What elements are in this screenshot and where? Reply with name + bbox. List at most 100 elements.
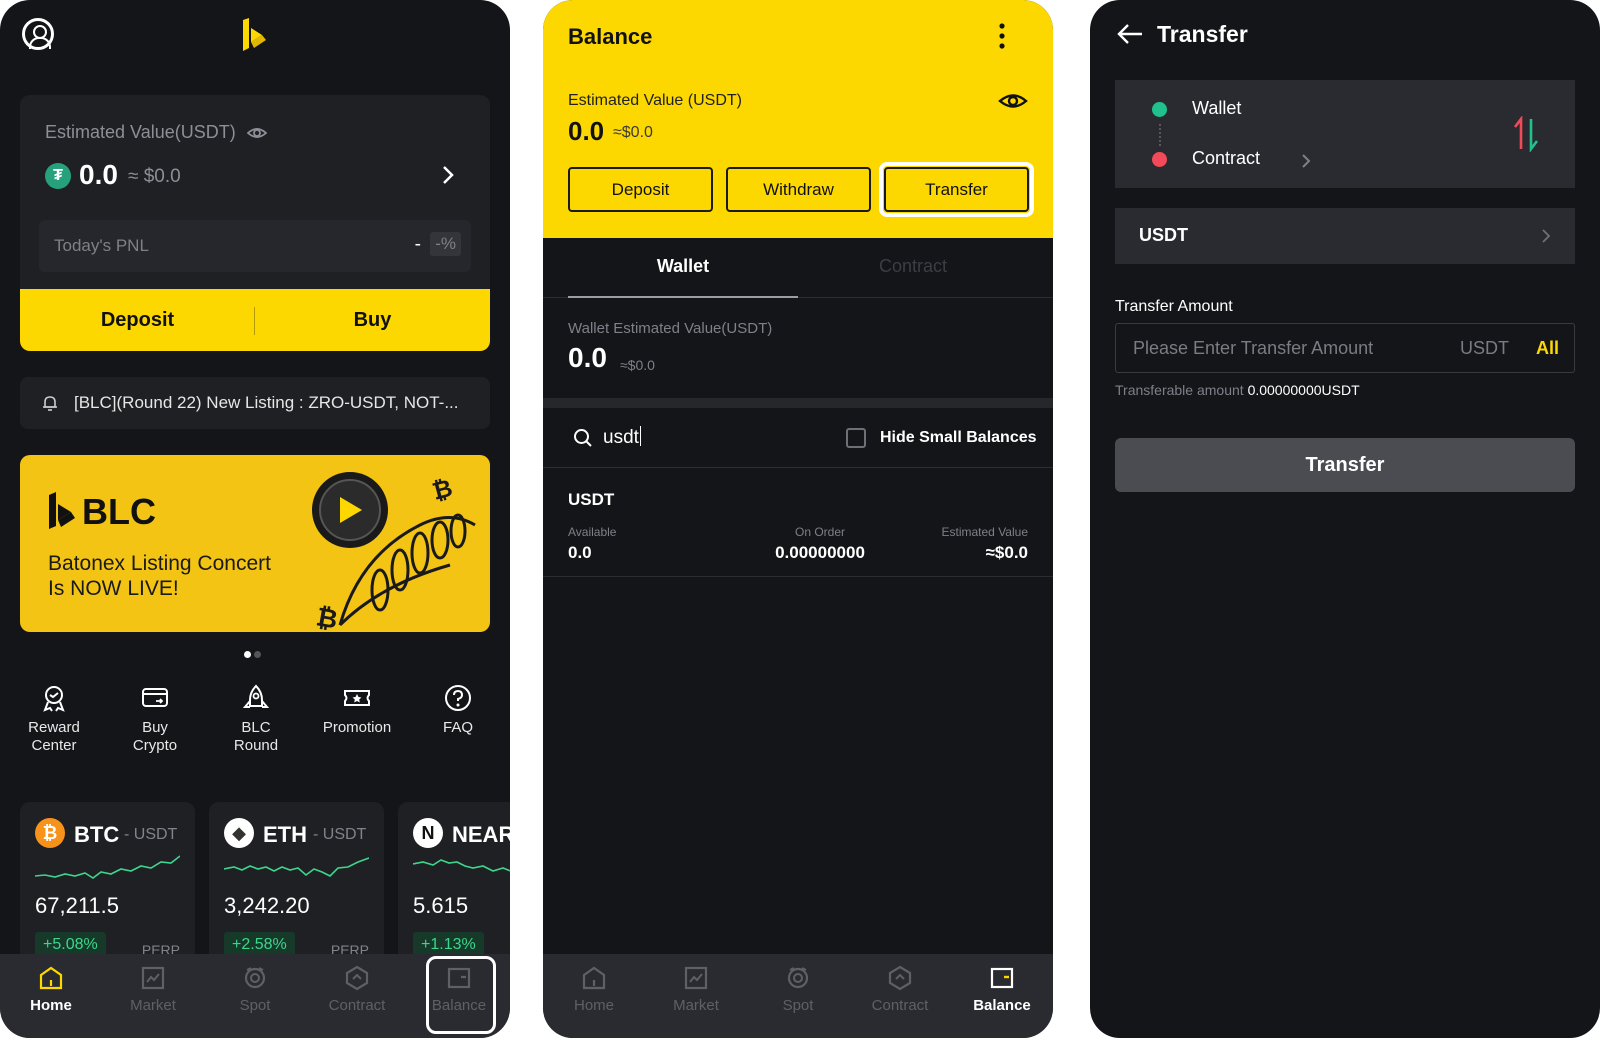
action-bar: Deposit Buy xyxy=(20,289,490,351)
blc-logo-icon xyxy=(49,492,75,529)
account-tabs: Wallet Contract xyxy=(543,238,1053,298)
to-indicator xyxy=(1152,152,1167,167)
chevron-right-icon[interactable] xyxy=(440,165,456,185)
from-indicator xyxy=(1152,102,1167,117)
wallet-estimated-label: Wallet Estimated Value(USDT) xyxy=(568,320,773,337)
home-header xyxy=(22,18,488,54)
deposit-button[interactable]: Deposit xyxy=(568,167,713,212)
nav-label: Spot xyxy=(782,997,814,1014)
carousel-dots xyxy=(244,645,264,663)
pnl-percent: -% xyxy=(430,232,461,256)
asset-on-order: On Order 0.00000000 xyxy=(765,525,875,563)
tab-contract[interactable]: Contract xyxy=(798,256,1028,277)
home-screen: Estimated Value(USDT) ₮ 0.0 ≈ $0.0 Today… xyxy=(0,0,510,1038)
nav-contract[interactable]: Contract xyxy=(306,954,408,1038)
profile-icon[interactable] xyxy=(22,18,54,50)
buy-crypto-link[interactable]: Buy Crypto xyxy=(105,683,205,755)
nav-label: Balance xyxy=(973,997,1031,1014)
contract-icon xyxy=(345,965,369,991)
ticker-card-btc[interactable]: ₿ BTC - USDT 67,211.5 +5.08% PERP xyxy=(20,802,195,962)
balance-screen: Balance Estimated Value (USDT) 0.0 ≈$0.0… xyxy=(543,0,1053,1038)
nav-market[interactable]: Market xyxy=(645,954,747,1038)
faq-link[interactable]: FAQ xyxy=(408,683,508,737)
asset-name: USDT xyxy=(568,490,615,509)
chart-icon xyxy=(141,966,165,990)
nav-contract[interactable]: Contract xyxy=(849,954,951,1038)
promo-banner[interactable]: BLC Batonex Listing Concert Is NOW LIVE!… xyxy=(20,455,490,632)
carousel-dot[interactable] xyxy=(244,651,251,658)
promotion-link[interactable]: Promotion xyxy=(307,683,407,737)
rocket-icon xyxy=(242,684,270,708)
nav-spot[interactable]: Spot xyxy=(204,954,306,1038)
announcement-text: [BLC](Round 22) New Listing : ZRO-USDT, … xyxy=(74,393,459,412)
sparkline xyxy=(413,859,510,872)
to-account[interactable]: Contract xyxy=(1192,148,1260,169)
more-options-icon[interactable] xyxy=(998,22,1006,50)
nav-label: Spot xyxy=(239,997,271,1014)
amount-placeholder: Please Enter Transfer Amount xyxy=(1133,338,1374,358)
nav-label: Home xyxy=(30,997,72,1014)
wallet-value: 0.0 xyxy=(568,342,607,373)
estimated-fiat: ≈ $0.0 xyxy=(128,166,181,187)
coin-illustration-icon: ₿ ₿ xyxy=(312,472,476,632)
announcement-bar[interactable]: [BLC](Round 22) New Listing : ZRO-USDT, … xyxy=(20,377,490,429)
pnl-value: - xyxy=(414,234,421,255)
usdt-coin-icon: ₮ xyxy=(45,163,71,189)
banner-subline: Is NOW LIVE! xyxy=(48,577,179,600)
swap-icon[interactable] xyxy=(1511,116,1541,152)
transfer-route: Wallet Contract xyxy=(1115,80,1575,188)
divider xyxy=(543,576,1053,577)
all-button[interactable]: All xyxy=(1536,338,1559,359)
amount-unit: USDT xyxy=(1460,338,1509,358)
ticker-quote: - USDT xyxy=(313,826,367,843)
withdraw-button[interactable]: Withdraw xyxy=(726,167,871,212)
estimated-value-card[interactable]: Estimated Value(USDT) ₮ 0.0 ≈ $0.0 Today… xyxy=(20,95,490,351)
nav-market[interactable]: Market xyxy=(102,954,204,1038)
ticker-price: 3,242.20 xyxy=(224,893,310,918)
nav-home[interactable]: Home xyxy=(543,954,645,1038)
carousel-dot[interactable] xyxy=(254,651,261,658)
reward-icon xyxy=(43,686,65,712)
nav-balance[interactable]: Balance xyxy=(951,954,1053,1038)
todays-pnl: Today's PNL - -% xyxy=(39,220,471,272)
nav-label: Market xyxy=(130,997,176,1014)
tab-wallet[interactable]: Wallet xyxy=(568,256,798,277)
ticker-symbol: BTC xyxy=(74,822,120,847)
reward-center-link[interactable]: Reward Center xyxy=(4,683,104,755)
home-icon xyxy=(39,966,63,990)
spot-icon xyxy=(244,967,266,989)
hide-small-balances-checkbox[interactable] xyxy=(846,428,866,448)
ticker-card-near[interactable]: N NEAR 5.615 +1.13% xyxy=(398,802,510,962)
transfer-button[interactable]: Transfer xyxy=(884,167,1029,212)
search-input-value: usdt xyxy=(603,427,639,448)
nav-label: Market xyxy=(673,997,719,1014)
blc-round-link[interactable]: BLC Round xyxy=(206,683,306,755)
eye-icon[interactable] xyxy=(247,123,267,143)
nav-home[interactable]: Home xyxy=(0,954,102,1038)
page-title: Transfer xyxy=(1157,21,1248,47)
estimated-value-label: Estimated Value(USDT) xyxy=(45,122,236,142)
column-value: 0.0 xyxy=(568,543,592,562)
wallet-fiat: ≈$0.0 xyxy=(620,357,655,373)
divider xyxy=(543,467,1053,468)
back-arrow-icon[interactable] xyxy=(1116,22,1144,46)
buy-button[interactable]: Buy xyxy=(255,289,490,351)
transfer-amount-input[interactable]: Please Enter Transfer Amount USDT All xyxy=(1115,323,1575,373)
hide-small-balances-label[interactable]: Hide Small Balances xyxy=(880,429,1037,447)
help-icon xyxy=(445,685,471,711)
transfer-submit-button[interactable]: Transfer xyxy=(1115,438,1575,492)
deposit-button[interactable]: Deposit xyxy=(20,289,255,351)
svg-text:₿: ₿ xyxy=(429,474,455,506)
transfer-screen: Transfer Wallet Contract USDT Transfer A… xyxy=(1090,0,1600,1038)
ticker-card-eth[interactable]: ◆ ETH - USDT 3,242.20 +2.58% PERP xyxy=(209,802,384,962)
nav-spot[interactable]: Spot xyxy=(747,954,849,1038)
quick-link-label: Reward Center xyxy=(28,719,80,754)
banner-headline: Batonex Listing Concert xyxy=(48,552,271,575)
eye-icon[interactable] xyxy=(998,90,1028,112)
chevron-right-icon[interactable] xyxy=(1300,152,1312,170)
column-label: Available xyxy=(568,525,617,539)
chevron-right-icon xyxy=(1542,229,1551,243)
coin-selector[interactable]: USDT xyxy=(1115,208,1575,264)
search-input[interactable]: usdt xyxy=(603,426,642,449)
bottom-nav: Home Market Spot Contract Balance xyxy=(0,954,510,1038)
